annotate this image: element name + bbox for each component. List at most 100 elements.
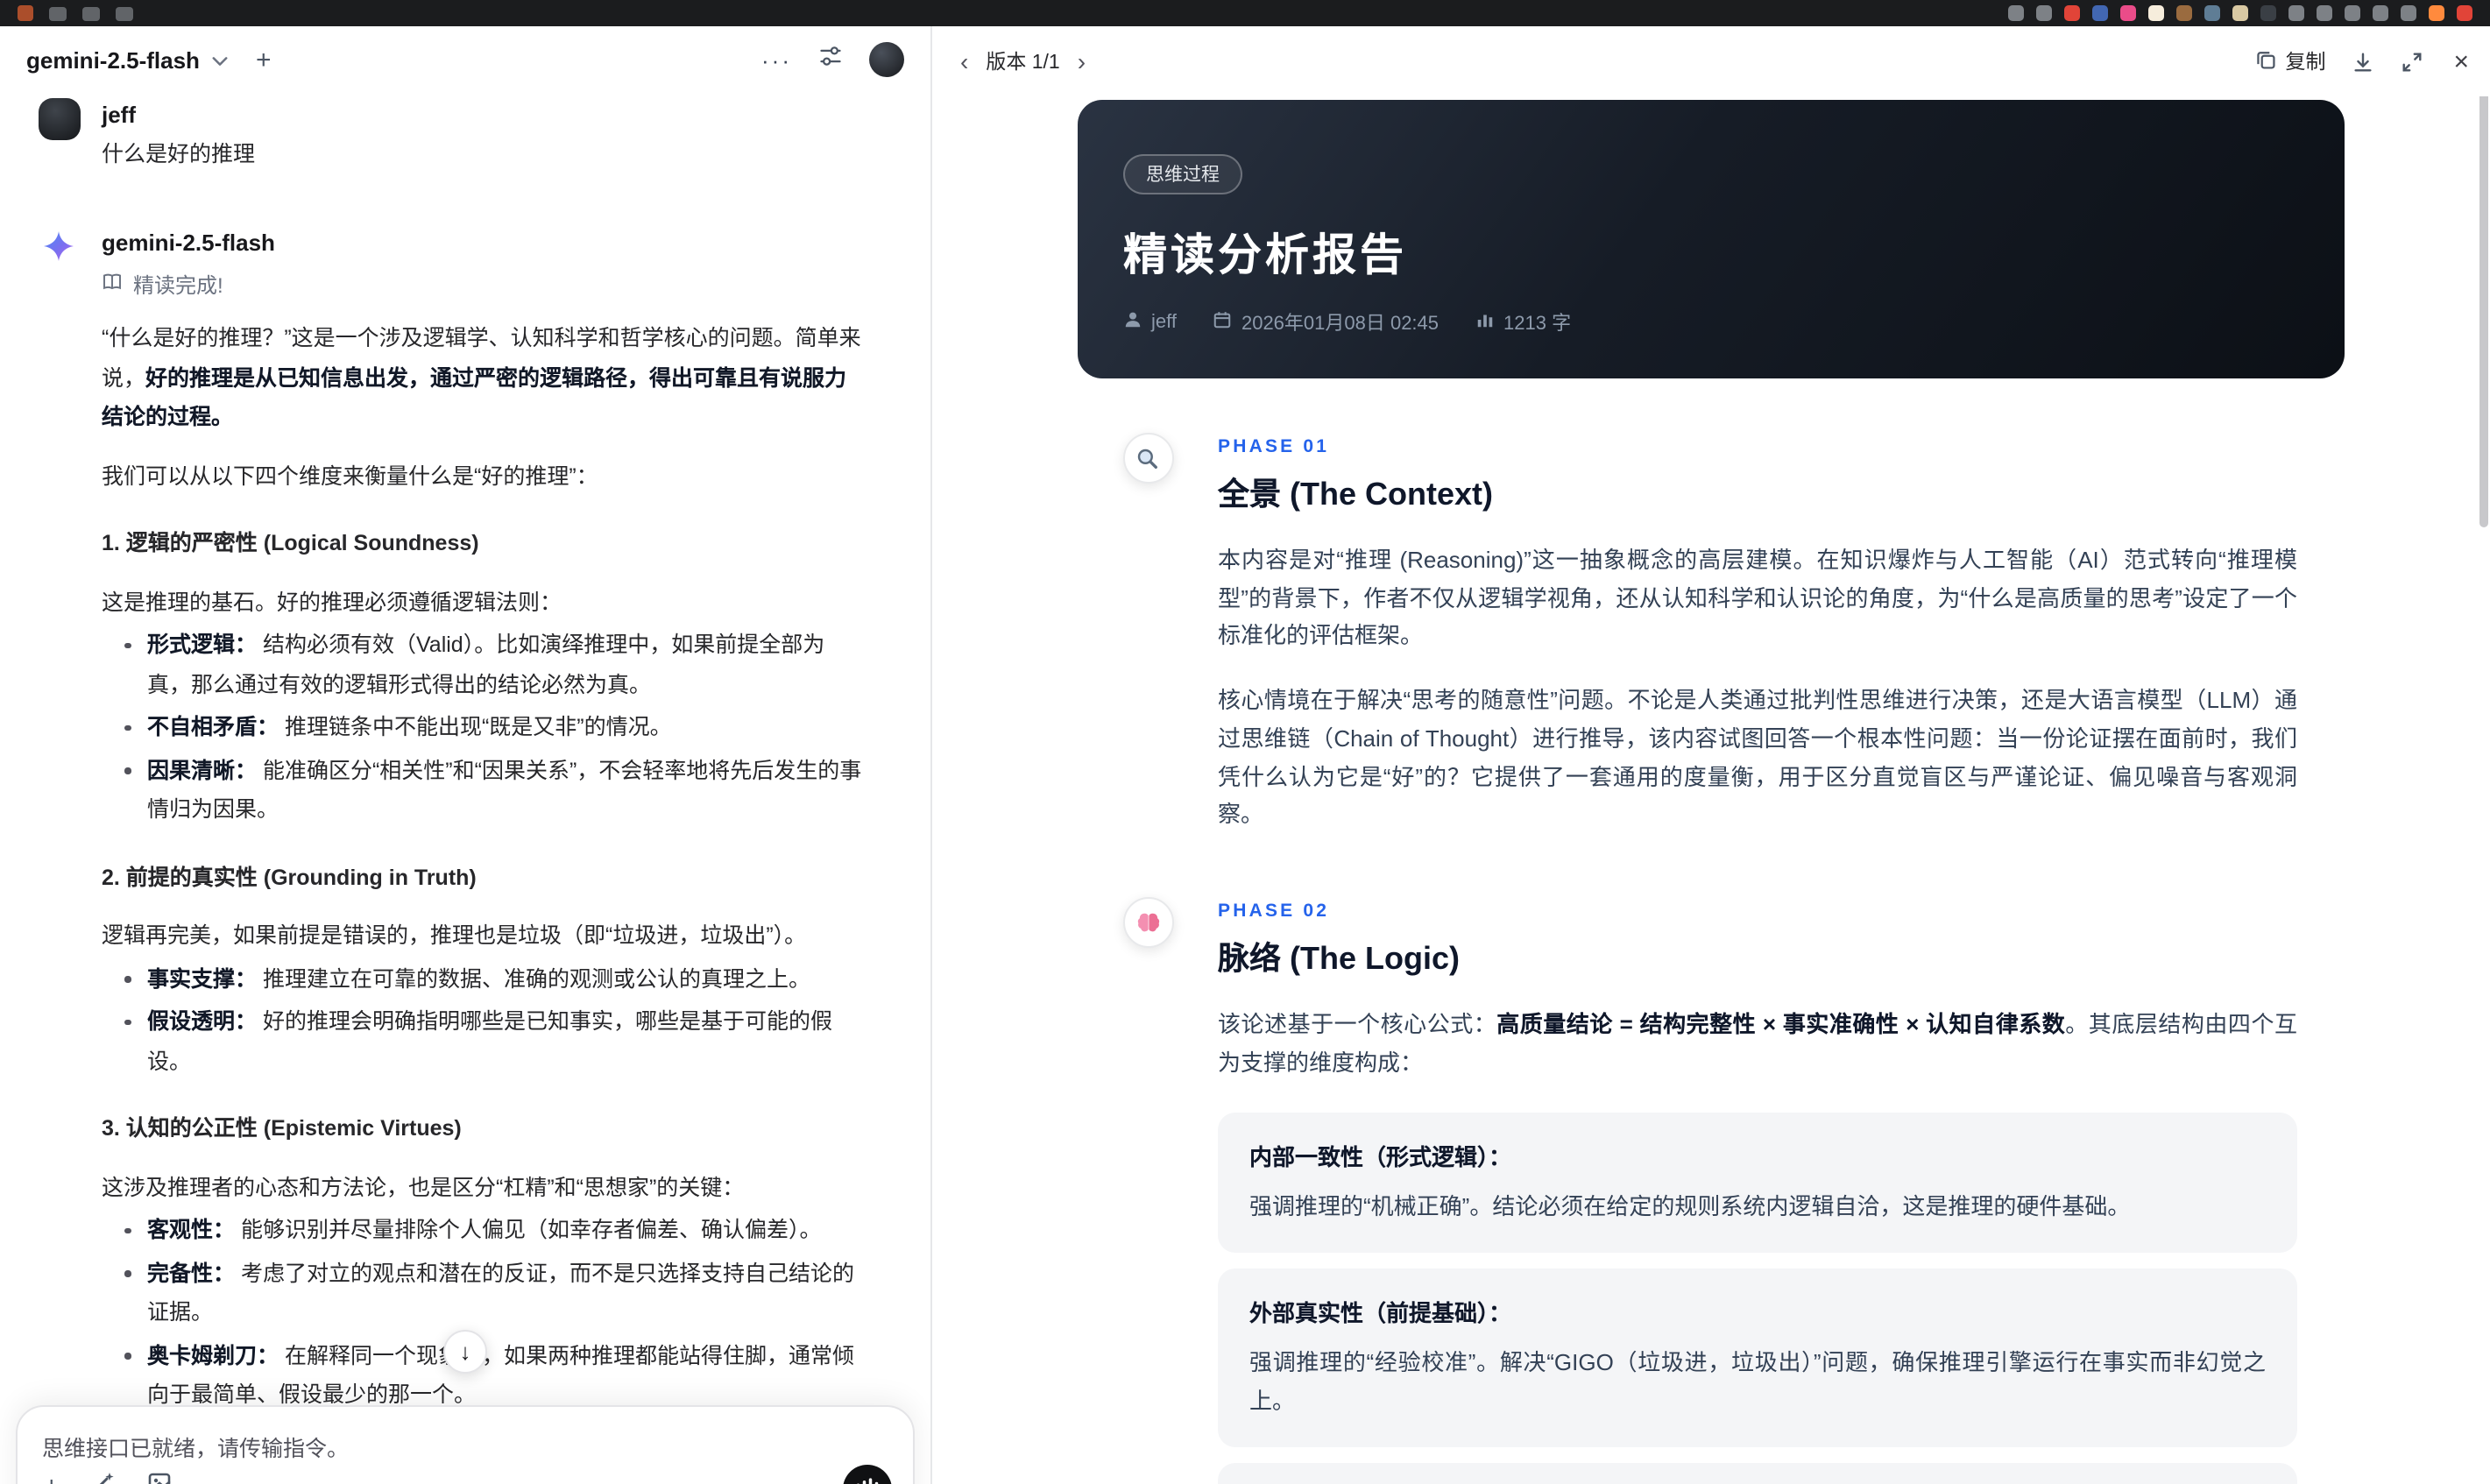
menubar-status-icon[interactable] <box>2120 5 2136 21</box>
phase2-icon-column <box>1078 896 1218 1484</box>
assistant-message-body: gemini-2.5-flash 精读完成! “什么是好的推理？”这是一个涉及逻… <box>102 230 892 1484</box>
menubar-status-icon[interactable] <box>2092 5 2108 21</box>
menubar-status-icon[interactable] <box>2176 5 2192 21</box>
phase1-paragraph: 核心情境在于解决“思考的随意性”问题。不论是人类通过批判性思维进行决策，还是大语… <box>1218 687 2297 828</box>
phase-section-logic: PHASE 02 脉络 (The Logic) 该论述基于一个核心公式：高质量结… <box>1078 896 2345 1484</box>
menubar-window-icon[interactable] <box>116 6 133 20</box>
menu-bar <box>0 0 2490 26</box>
menubar-status-icon[interactable] <box>2345 5 2360 21</box>
preview-toolbar-actions: 复制 × <box>2255 47 2472 75</box>
add-attachment-button[interactable]: + <box>44 1473 60 1484</box>
download-button[interactable] <box>2352 50 2374 73</box>
preview-document-scroll[interactable]: 思维过程 精读分析报告 jeff 2026年01月08日 02:45 1213 … <box>932 96 2490 1484</box>
menubar-status-icon[interactable] <box>2036 5 2052 21</box>
card-title: 外部真实性（前提基础）： <box>1249 1300 1512 1327</box>
meta-date: 2026年01月08日 02:45 <box>1213 308 1439 336</box>
menubar-left-group <box>18 5 133 21</box>
chat-message-user: jeff 什么是好的推理 <box>39 98 892 172</box>
message-block-li: 不自相矛盾： 推理链条中不能出现“既是又非”的情况。 <box>102 708 867 747</box>
tools-wand-button[interactable] <box>91 1470 116 1484</box>
card-body: 强调推理的“机械正确”。结论必须在给定的规则系统内逻辑自洽，这是推理的硬件基础。 <box>1249 1193 2131 1220</box>
menubar-status-icon[interactable] <box>2429 5 2444 21</box>
message-block-h3: 1. 逻辑的严密性 (Logical Soundness) <box>102 531 479 555</box>
message-block-li: 因果清晰： 能准确区分“相关性”和“因果关系”，不会轻率地将先后发生的事情归为因… <box>102 751 867 830</box>
settings-sliders-button[interactable] <box>818 43 843 76</box>
close-button[interactable]: × <box>2450 48 2472 74</box>
phase2-title: 脉络 (The Logic) <box>1218 940 1460 976</box>
phase1-content: PHASE 01 全景 (The Context) 本内容是对“推理 (Reas… <box>1218 433 2345 834</box>
message-block-h3: 2. 前提的真实性 (Grounding in Truth) <box>102 865 477 889</box>
phase1-label: PHASE 01 <box>1218 436 1330 457</box>
copy-icon <box>2255 48 2276 74</box>
reading-status: 精读完成! <box>102 270 867 300</box>
message-block-li: 事实支撑： 推理建立在可靠的数据、准确的观测或公认的真理之上。 <box>102 959 867 999</box>
phase-section-context: PHASE 01 全景 (The Context) 本内容是对“推理 (Reas… <box>1078 433 2345 834</box>
copy-button[interactable]: 复制 <box>2255 47 2325 75</box>
status-text: 精读完成! <box>133 273 223 298</box>
phase1-title: 全景 (The Context) <box>1218 477 1493 512</box>
voice-input-button[interactable] <box>843 1465 892 1484</box>
menubar-status-icon[interactable] <box>2064 5 2080 21</box>
fullscreen-button[interactable] <box>2401 50 2423 73</box>
waveform-icon <box>855 1473 880 1484</box>
image-button[interactable] <box>147 1470 172 1484</box>
phase1-paragraph: 本内容是对“推理 (Reasoning)”这一抽象概念的高层建模。在知识爆炸与人… <box>1218 547 2297 649</box>
menubar-status-icon[interactable] <box>2457 5 2472 21</box>
message-block-p: 这是推理的基石。好的推理必须遵循逻辑法则： <box>102 590 562 614</box>
menubar-status-icon[interactable] <box>2317 5 2332 21</box>
message-block-h3: 3. 认知的公正性 (Epistemic Virtues) <box>102 1116 462 1141</box>
chat-message-assistant: gemini-2.5-flash 精读完成! “什么是好的推理？”这是一个涉及逻… <box>39 230 892 1484</box>
book-icon <box>102 272 123 298</box>
message-block-p: “什么是好的推理？”这是一个涉及逻辑学、认知科学和哲学核心的问题。简单来说，好的… <box>102 326 861 429</box>
menubar-list-icon[interactable] <box>82 6 100 20</box>
user-message-text: 什么是好的推理 <box>102 142 256 166</box>
logic-card: 内部一致性（形式逻辑）： 强调推理的“机械正确”。结论必须在给定的规则系统内逻辑… <box>1218 1113 2297 1254</box>
more-options-button[interactable]: ··· <box>761 48 792 71</box>
menubar-grid-icon[interactable] <box>49 6 67 20</box>
version-prev-button[interactable]: ‹ <box>957 49 972 74</box>
menubar-status-icon[interactable] <box>2008 5 2024 21</box>
chat-panel: gemini-2.5-flash + ··· jeff 什么是好的推理 gemi… <box>0 26 932 1484</box>
account-avatar[interactable] <box>869 42 904 77</box>
version-label: 版本 1/1 <box>986 53 1060 74</box>
app-window: gemini-2.5-flash + ··· jeff 什么是好的推理 gemi… <box>0 26 2490 1484</box>
magnifier-icon <box>1122 433 1173 484</box>
user-message-body: jeff 什么是好的推理 <box>102 98 255 172</box>
chat-header: gemini-2.5-flash + ··· <box>0 26 930 93</box>
chevron-down-icon[interactable] <box>212 44 228 75</box>
report-hero-card: 思维过程 精读分析报告 jeff 2026年01月08日 02:45 1213 … <box>1078 100 2345 378</box>
composer-input[interactable]: 思维接口已就绪，请传输指令。 <box>42 1430 888 1463</box>
model-selector[interactable]: gemini-2.5-flash + <box>26 44 271 75</box>
meta-author: jeff <box>1123 310 1177 335</box>
message-block-p: 这涉及推理者的心态和方法论，也是区分“杠精”和“思想家”的关键： <box>102 1175 745 1199</box>
down-arrow-icon: ↓ <box>459 1339 471 1365</box>
menubar-status-icon[interactable] <box>2260 5 2276 21</box>
menubar-status-icon[interactable] <box>2204 5 2220 21</box>
report-meta: jeff 2026年01月08日 02:45 1213 字 <box>1123 308 2299 336</box>
menubar-status-icon[interactable] <box>2373 5 2388 21</box>
user-avatar <box>39 98 81 140</box>
new-chat-button[interactable]: + <box>256 46 272 73</box>
menubar-status-icons <box>2008 5 2472 21</box>
composer[interactable]: 思维接口已就绪，请传输指令。 + <box>16 1405 915 1484</box>
assistant-name: gemini-2.5-flash <box>102 230 275 256</box>
message-block-li: 完备性： 考虑了对立的观点和潜在的反证，而不是只选择支持自己结论的证据。 <box>102 1254 867 1332</box>
menubar-status-icon[interactable] <box>2401 5 2416 21</box>
chat-message-list[interactable]: jeff 什么是好的推理 gemini-2.5-flash 精读完成! “什么是… <box>0 93 930 1484</box>
meta-date-text: 2026年01月08日 02:45 <box>1241 314 1440 335</box>
menubar-status-icon[interactable] <box>2148 5 2164 21</box>
panel-scrollbar-thumb[interactable] <box>2479 72 2488 527</box>
menubar-status-icon[interactable] <box>2288 5 2304 21</box>
message-block-li: 形式逻辑： 结构必须有效（Valid）。比如演绎推理中，如果前提全部为真，那么通… <box>102 625 867 704</box>
chat-header-actions: ··· <box>761 42 904 77</box>
model-name[interactable]: gemini-2.5-flash <box>26 46 200 73</box>
assistant-message-content: “什么是好的推理？”这是一个涉及逻辑学、认知科学和哲学核心的问题。简单来说，好的… <box>102 319 867 1484</box>
menubar-app-icon[interactable] <box>18 5 33 21</box>
menubar-status-icon[interactable] <box>2232 5 2248 21</box>
version-next-button[interactable]: › <box>1074 49 1089 74</box>
brain-icon <box>1122 896 1173 948</box>
phase1-icon-column <box>1078 433 1218 834</box>
scroll-to-bottom-button[interactable]: ↓ <box>443 1330 487 1374</box>
composer-toolbar: + <box>44 1470 172 1484</box>
calendar-icon <box>1213 310 1233 335</box>
